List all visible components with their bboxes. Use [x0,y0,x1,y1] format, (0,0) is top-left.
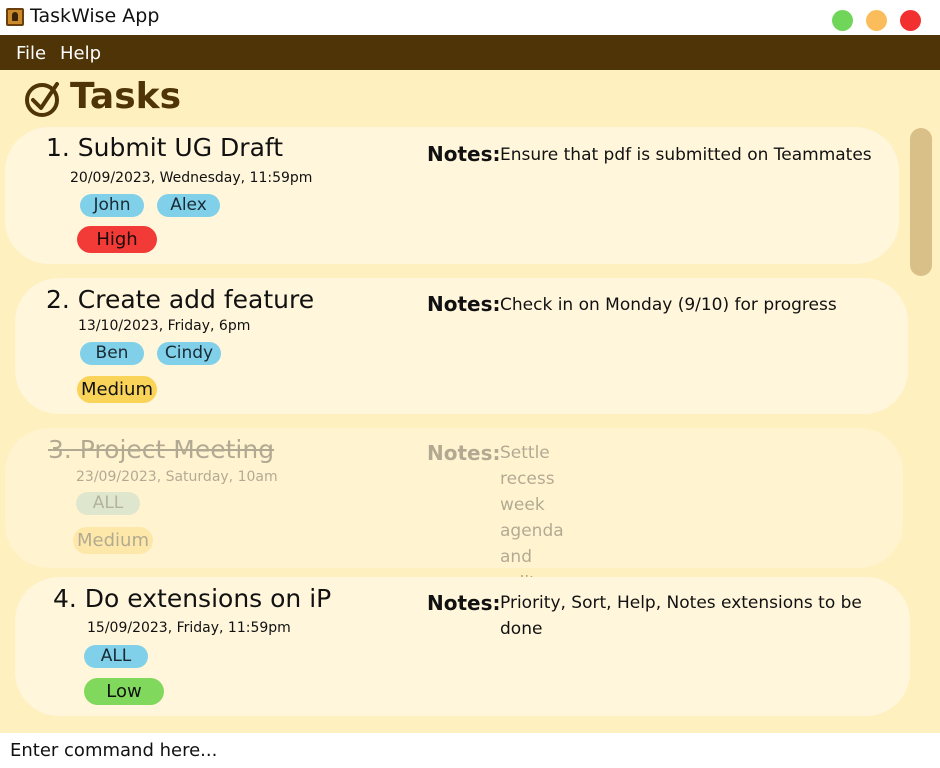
maximize-button[interactable] [832,10,853,31]
priority-badge: Medium [73,527,153,554]
close-button[interactable] [900,10,921,31]
task-title: 1. Submit UG Draft [46,133,284,162]
command-bar [0,733,940,768]
app-icon [6,8,24,26]
tag-badge: John [80,194,144,217]
tag-badge: ALL [84,645,148,668]
task-date: 20/09/2023, Wednesday, 11:59pm [70,170,313,186]
task-notes: Check in on Monday (9/10) for progress [500,295,837,315]
menu-file[interactable]: File [16,43,46,64]
tag-badge: ALL [76,492,140,515]
task-notes-line-2: done [500,619,543,639]
title-bar: TaskWise App [0,0,940,35]
task-date: 23/09/2023, Saturday, 10am [76,469,278,485]
tag-badge: Cindy [157,342,221,365]
tag-badge: Ben [80,342,144,365]
task-notes-line-1: Priority, Sort, Help, Notes extensions t… [500,593,862,613]
scrollbar-thumb[interactable] [910,128,932,276]
check-circle-icon [25,82,59,117]
window-title: TaskWise App [30,5,160,27]
page-title: Tasks [70,76,182,117]
minimize-button[interactable] [866,10,887,31]
notes-label: Notes: [427,441,501,465]
command-input[interactable] [0,733,940,768]
menu-help[interactable]: Help [60,43,101,64]
task-list-panel: Tasks 1. Submit UG Draft 20/09/2023, Wed… [0,70,940,733]
priority-badge: Medium [77,376,157,403]
task-date: 15/09/2023, Friday, 11:59pm [87,620,291,636]
priority-badge: Low [84,678,164,705]
task-title: 2. Create add feature [46,285,315,314]
task-date: 13/10/2023, Friday, 6pm [78,318,251,334]
menu-bar: File Help [0,35,940,70]
task-title: 3. Project Meeting [48,435,275,464]
task-title: 4. Do extensions on iP [53,584,332,613]
notes-label: Notes: [427,591,501,615]
priority-badge: High [77,226,157,253]
task-notes: Ensure that pdf is submitted on Teammate… [500,145,872,165]
notes-label: Notes: [427,292,501,316]
notes-label: Notes: [427,142,501,166]
tag-badge: Alex [157,194,220,217]
